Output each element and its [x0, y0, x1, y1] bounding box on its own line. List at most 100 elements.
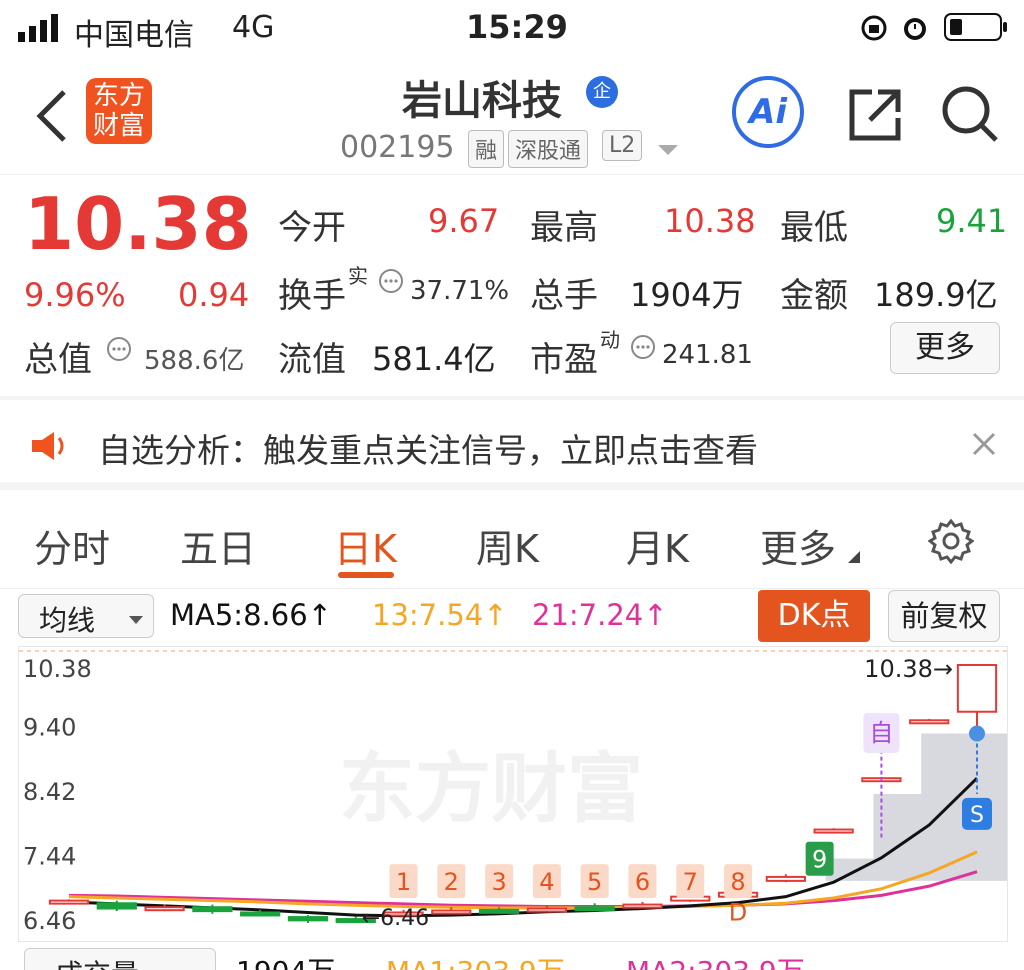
share-icon[interactable] [846, 86, 904, 148]
tab-monthly-k[interactable]: 月K [626, 518, 689, 573]
settings-gear-icon[interactable] [927, 518, 975, 568]
ai-button[interactable]: Ai [732, 76, 804, 148]
y-tick-label: 8.42 [23, 778, 76, 806]
kline-chart[interactable]: 东方财富 10.38 9.40 8.42 7.44 6.46 1 2 3 4 5 6 7 8 9 D 自 S 10.… [18, 646, 1008, 942]
current-point-marker [969, 725, 985, 742]
rotation-lock-icon [860, 14, 888, 46]
signal-number: 2 [444, 868, 459, 896]
tab-five-day[interactable]: 五日 [180, 518, 256, 573]
volume-value-label: 1904万 [236, 950, 335, 970]
candle-body [144, 906, 185, 912]
alarm-icon [900, 12, 930, 46]
candle-body [192, 906, 233, 913]
candle-body [622, 903, 663, 909]
candle-body [526, 907, 568, 913]
change-amount: 0.94 [178, 276, 250, 314]
volume-label: 总手 [530, 276, 598, 316]
candle-body [431, 909, 472, 915]
turnover-sup: 实 [348, 264, 368, 288]
enterprise-badge: 企 [586, 76, 618, 108]
last-price: 10.38 [24, 182, 252, 266]
search-icon[interactable] [940, 84, 1000, 148]
dk-point-button[interactable]: DK点 [758, 590, 870, 642]
status-bar: 中国电信 4G 15:29 [0, 0, 1024, 56]
candle-body [574, 906, 615, 912]
tag-l2: L2 [602, 130, 643, 161]
adjust-button[interactable]: 前复权 [888, 590, 1000, 642]
battery-icon [944, 12, 1008, 46]
mktcap-label: 总值 [24, 340, 92, 380]
signal-number: 6 [635, 868, 650, 896]
more-triangle-icon [848, 548, 860, 567]
y-tick-label: 7.44 [23, 843, 76, 871]
volume-ma1-label: MA1:303.9万 [386, 950, 565, 970]
ma21-label: 21:7.24↑ [532, 598, 668, 632]
tab-intraday[interactable]: 分时 [34, 518, 110, 573]
alert-text: 自选分析：触发重点关注信号，立即点击查看 [98, 431, 758, 470]
candle-body [478, 908, 520, 914]
pe-label: 市盈 [530, 340, 598, 380]
back-icon[interactable] [34, 88, 70, 148]
close-icon[interactable] [970, 430, 998, 462]
volume-ma2-label: MA2:303.9万 [626, 950, 805, 970]
tab-more[interactable]: 更多 [760, 518, 836, 573]
high-label: 最高 [530, 208, 598, 248]
volume-select[interactable]: 成交量 [24, 948, 216, 970]
candle-body [48, 899, 90, 905]
signal-letter-d: D [729, 898, 747, 926]
carrier-label: 中国电信 [74, 18, 194, 53]
candle-body [956, 664, 998, 713]
last-price-label: 10.38→ [864, 655, 953, 683]
signal-icon [18, 14, 62, 46]
ma-legend-bar: 均线 MA5:8.66↑ 13:7.54↑ 21:7.24↑ DK点 前复权 [0, 588, 1024, 644]
signal-number: 1 [396, 868, 411, 896]
ma13-label: 13:7.54↑ [372, 598, 508, 632]
signal-number: 7 [683, 868, 698, 896]
chevron-down-icon[interactable] [658, 142, 678, 161]
turnover-label: 换手 [278, 276, 346, 316]
app-logo: 东方财富 [86, 78, 152, 144]
low-price-label: ←6.46 [362, 906, 429, 931]
more-button[interactable]: 更多 [890, 322, 1000, 374]
info-icon[interactable] [106, 336, 132, 366]
clock: 15:29 [466, 8, 568, 46]
alert-banner[interactable]: 自选分析：触发重点关注信号，立即点击查看 [0, 400, 1024, 490]
pe-value: 241.81 [662, 340, 753, 370]
change-percent: 9.96% [24, 276, 126, 314]
pe-sup: 动 [600, 328, 620, 352]
sell-signal-letter: S [970, 803, 984, 828]
turnover-value: 37.71% [410, 276, 510, 306]
network-label: 4G [232, 10, 275, 45]
signal-number: 3 [491, 868, 506, 896]
stock-header: 东方财富 岩山科技 企 002195 融 深股通 L2 Ai [0, 56, 1024, 175]
speaker-icon [30, 430, 68, 466]
signal-number: 9 [812, 846, 827, 874]
signal-number: 5 [587, 868, 602, 896]
buy-signal-letter: 自 [869, 719, 893, 747]
turnover-info-icon[interactable] [378, 268, 404, 298]
watermark-text: 东方财富 [339, 744, 643, 833]
candle-body [96, 902, 137, 910]
tab-daily-k[interactable]: 日K [334, 518, 397, 573]
candle-body [909, 719, 950, 725]
volume-select-label: 成交量 [55, 953, 139, 970]
indicator-select-label: 均线 [39, 604, 96, 637]
tag-shenzhen-connect: 深股通 [508, 130, 589, 168]
candle-body [813, 828, 854, 834]
candle-body [765, 875, 806, 882]
stock-code: 002195 [340, 130, 455, 165]
pe-info-icon[interactable] [630, 334, 656, 364]
active-tab-indicator [338, 572, 394, 578]
open-value: 9.67 [428, 202, 500, 240]
tab-weekly-k[interactable]: 周K [476, 518, 539, 573]
ma5-label: MA5:8.66↑ [170, 598, 332, 632]
candle-body [287, 916, 329, 922]
volume-value: 1904万 [630, 276, 744, 314]
quote-panel: 10.38 9.96% 0.94 总值 588.6亿 今开 9.67 最高 10… [0, 176, 1024, 396]
y-tick-label: 10.38 [23, 655, 92, 683]
float-label: 流值 [278, 340, 346, 380]
y-tick-label: 6.46 [23, 907, 76, 935]
volume-legend-bar: 成交量 1904万 MA1:303.9万 MA2:303.9万 [0, 944, 1024, 970]
indicator-select[interactable]: 均线 [18, 594, 154, 638]
float-value: 581.4亿 [372, 340, 496, 378]
